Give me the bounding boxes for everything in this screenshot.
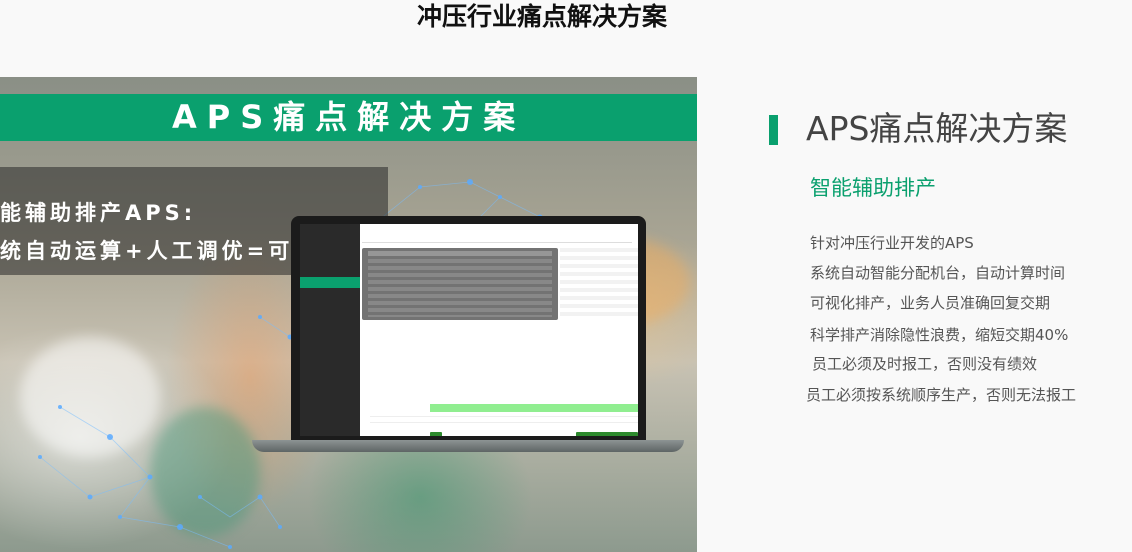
feature-line: 科学排产消除隐性浪费，缩短交期40%: [810, 326, 1069, 344]
app-sidebar: [300, 224, 360, 436]
laptop-screen: [300, 224, 638, 436]
banner-line-1: 能辅助排产APS:: [0, 201, 197, 225]
feature-line: 系统自动智能分配机台，自动计算时间: [810, 264, 1066, 282]
app-popup: [362, 248, 558, 320]
page-title: 冲压行业痛点解决方案: [416, 2, 667, 31]
app-table: [560, 248, 638, 320]
laptop-base: [252, 440, 684, 452]
gantt-bar: [430, 432, 442, 436]
gantt-bar: [576, 432, 638, 436]
section-heading: APS痛点解决方案: [806, 109, 1068, 148]
feature-line: 可视化排产，业务人员准确回复交期: [810, 294, 1051, 312]
section-subheading: 智能辅助排产: [810, 176, 936, 200]
feature-line: 针对冲压行业开发的APS: [810, 234, 974, 252]
banner-band-title: APS痛点解决方案: [0, 94, 697, 141]
feature-line: 员工必须及时报工，否则没有绩效: [812, 355, 1038, 373]
gantt-header-bar: [430, 404, 638, 412]
app-toolbar: [362, 228, 632, 243]
accent-bar: [769, 115, 778, 145]
feature-line: 员工必须按系统顺序生产，否则无法报工: [806, 386, 1077, 404]
